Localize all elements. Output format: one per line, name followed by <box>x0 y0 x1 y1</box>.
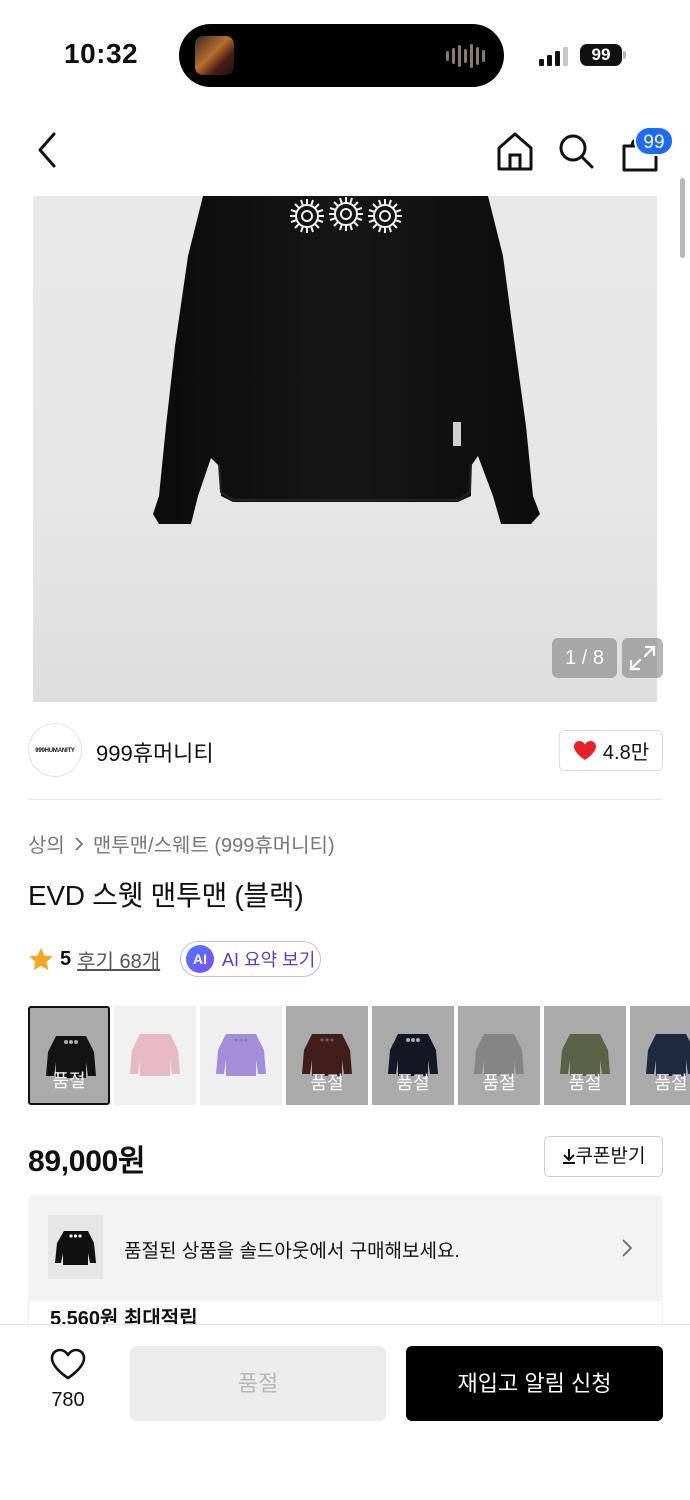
home-icon[interactable] <box>495 130 535 172</box>
brand-logo-text: 999HUMANITY <box>35 748 75 754</box>
back-arrow-icon[interactable] <box>30 130 66 170</box>
cart-count-badge: 99 <box>634 126 674 156</box>
brand-like-button[interactable]: 4.8만 <box>559 730 663 771</box>
heart-filled-icon <box>573 741 596 760</box>
wishlist-button[interactable]: 780 <box>40 1348 96 1418</box>
scrollbar[interactable] <box>680 178 685 258</box>
soldout-label: 품절 <box>52 1071 86 1091</box>
breadcrumb: 상의 맨투맨/스웨트 (999휴머니티) <box>28 829 335 858</box>
soldout-marketplace-banner[interactable]: 품절된 상품을 솔드아웃에서 구매해보세요. <box>28 1195 663 1301</box>
top-navigation <box>0 118 690 184</box>
color-swatch[interactable]: 품절 <box>458 1006 540 1105</box>
restock-alert-button[interactable]: 재입고 알림 신청 <box>406 1346 663 1421</box>
search-icon[interactable] <box>557 132 595 170</box>
color-swatch[interactable]: 품절 <box>372 1006 454 1105</box>
sweatshirt-thumbnail <box>130 1034 180 1076</box>
download-icon <box>562 1149 575 1164</box>
breadcrumb-subcategory[interactable]: 맨투맨/스웨트 (999휴머니티) <box>93 829 335 858</box>
soldout-label: 품절 <box>482 1073 516 1093</box>
brand-name[interactable]: 999휴머니티 <box>96 736 214 768</box>
color-swatch[interactable] <box>200 1006 282 1105</box>
color-swatch[interactable]: 품절 <box>286 1006 368 1105</box>
expand-icon[interactable] <box>622 638 663 678</box>
sweatshirt-thumbnail <box>55 1231 96 1265</box>
soldout-label: 품절 <box>396 1073 430 1093</box>
color-swatch[interactable]: 품절 <box>544 1006 626 1105</box>
soldout-label: 품절 <box>310 1073 344 1093</box>
chevron-right-icon <box>622 1239 633 1257</box>
rating-row: 5 후기 68개 <box>28 944 160 974</box>
sweatshirt-image <box>153 196 540 524</box>
battery-icon: 99 <box>580 44 622 66</box>
star-icon <box>29 947 53 970</box>
soldout-label: 품절 <box>654 1073 688 1093</box>
product-image-gallery[interactable] <box>33 196 657 702</box>
soldout-label: 품절 <box>568 1073 602 1093</box>
color-options: 품절 품절 품절 품절 품절 품절 <box>28 1006 690 1105</box>
sweatshirt-thumbnail <box>216 1034 266 1076</box>
audio-waveform-icon <box>446 42 486 69</box>
status-time: 10:32 <box>64 38 139 69</box>
wishlist-count: 780 <box>51 1389 85 1411</box>
heart-outline-icon <box>50 1348 86 1380</box>
brand-like-count: 4.8만 <box>602 742 650 764</box>
ai-summary-button[interactable]: AI AI 요약 보기 <box>180 941 321 977</box>
ai-summary-label: AI 요약 보기 <box>222 950 316 970</box>
brand-logo[interactable]: 999HUMANITY <box>28 723 82 777</box>
product-title: EVD 스웻 맨투맨 (블랙) <box>28 880 304 911</box>
color-swatch[interactable]: 품절 <box>630 1006 690 1105</box>
chevron-right-icon <box>75 836 84 851</box>
color-swatch[interactable] <box>114 1006 196 1105</box>
coupon-label: 쿠폰받기 <box>575 1146 646 1167</box>
soldout-button[interactable]: 품절 <box>130 1346 386 1421</box>
cellular-signal-icon <box>539 46 568 66</box>
coupon-button[interactable]: 쿠폰받기 <box>544 1136 663 1177</box>
review-count-link[interactable]: 후기 68개 <box>77 945 160 974</box>
banner-product-thumbnail <box>48 1215 103 1279</box>
status-bar: 10:32 99 <box>0 0 690 110</box>
color-swatch[interactable]: 품절 <box>28 1006 110 1105</box>
now-playing-artwork <box>195 36 234 75</box>
breadcrumb-category[interactable]: 상의 <box>28 829 65 858</box>
dynamic-island[interactable] <box>179 24 504 87</box>
divider <box>28 799 663 800</box>
image-counter: 1 / 8 <box>552 638 617 678</box>
banner-text: 품절된 상품을 솔드아웃에서 구매해보세요. <box>124 1241 460 1262</box>
battery-tip <box>623 51 626 59</box>
rating-score: 5 <box>60 947 72 970</box>
ai-icon: AI <box>186 945 214 973</box>
product-price: 89,000원 <box>28 1145 146 1178</box>
